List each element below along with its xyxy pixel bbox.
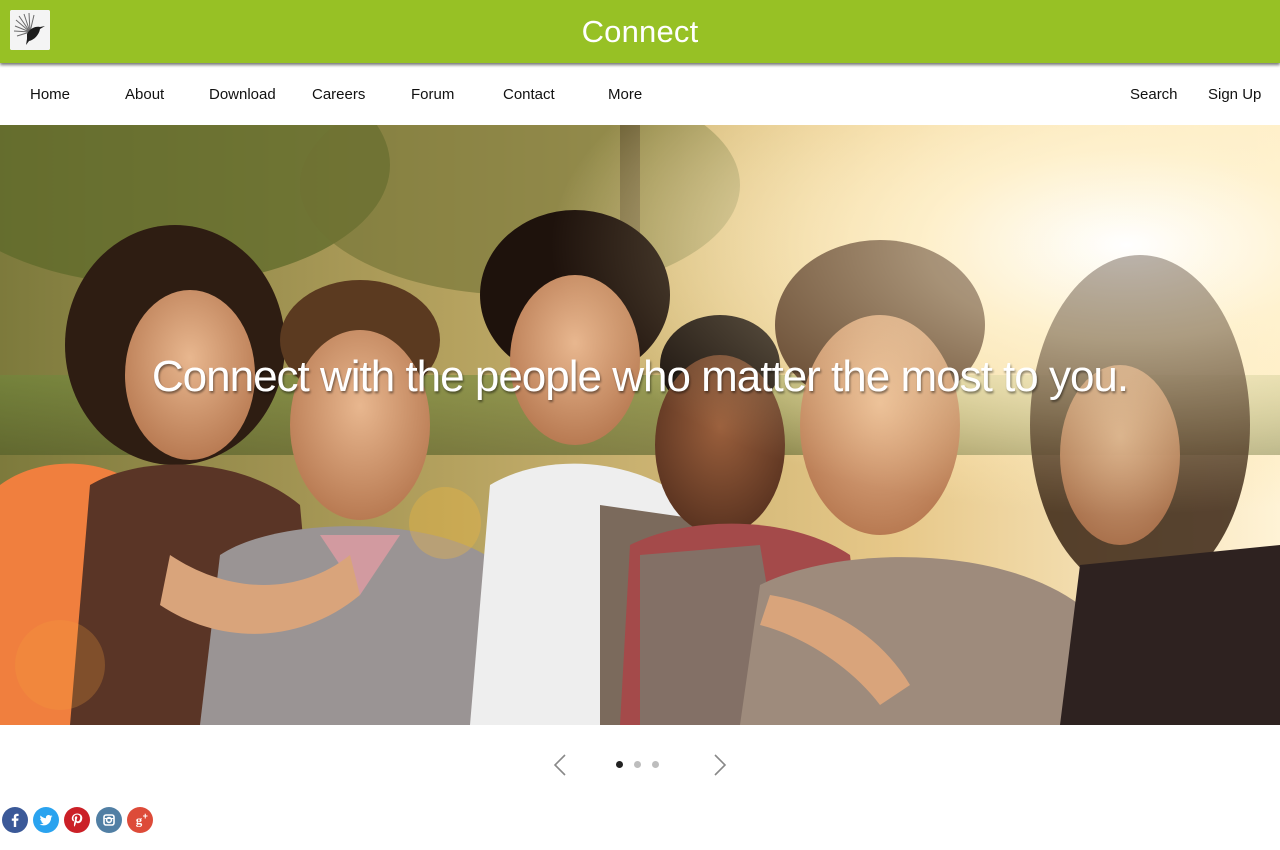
pinterest-icon[interactable] (64, 807, 90, 833)
header-bar: Connect (0, 0, 1280, 63)
chevron-left-icon[interactable] (553, 753, 567, 777)
main-navigation: Home About Download Careers Forum Contac… (0, 63, 1280, 125)
nav-sign-up[interactable]: Sign Up (1208, 85, 1261, 105)
nav-careers[interactable]: Careers (312, 85, 365, 105)
hero-caption: Connect with the people who matter the m… (151, 352, 1129, 401)
instagram-icon[interactable] (96, 807, 122, 833)
nav-download[interactable]: Download (209, 85, 276, 105)
nav-more[interactable]: More (608, 85, 642, 105)
nav-home[interactable]: Home (30, 85, 70, 105)
group-of-friends-photo (0, 125, 1280, 725)
nav-forum[interactable]: Forum (411, 85, 454, 105)
slide-dot-3[interactable] (652, 761, 659, 768)
site-title: Connect (581, 14, 699, 49)
slider-controls (0, 725, 1280, 800)
svg-text:+: + (143, 811, 148, 821)
nav-search[interactable]: Search (1130, 85, 1178, 105)
twitter-icon[interactable] (33, 807, 59, 833)
nav-about[interactable]: About (125, 85, 164, 105)
facebook-icon[interactable] (2, 807, 28, 833)
google-plus-icon[interactable]: g + (127, 807, 153, 833)
nav-contact[interactable]: Contact (503, 85, 555, 105)
hero-slider: Connect with the people who matter the m… (0, 125, 1280, 725)
chevron-right-icon[interactable] (713, 753, 727, 777)
slide-dot-1[interactable] (616, 761, 623, 768)
slide-dot-2[interactable] (634, 761, 641, 768)
